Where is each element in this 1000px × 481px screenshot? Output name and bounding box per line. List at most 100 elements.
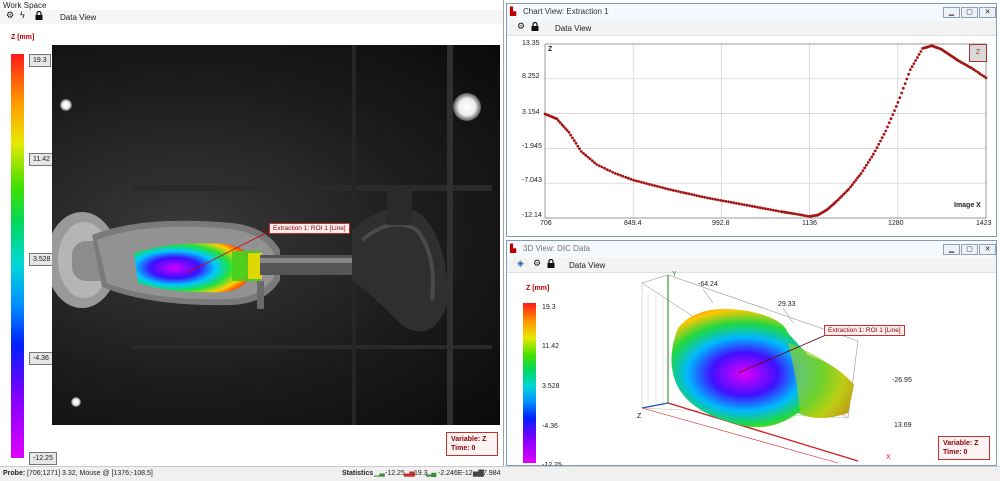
data-point: [608, 169, 612, 173]
chart-window-icon: ▙: [510, 7, 517, 16]
lock-icon[interactable]: [547, 258, 555, 270]
x-tick-1: 849.4: [624, 220, 642, 227]
view3d-window: ▙ 3D View: DIC Data ▁ ▢ ✕ ◈ ⚙ Data View …: [506, 240, 997, 469]
colorbar-tick-3: -4.36: [29, 352, 53, 365]
data-point: [719, 199, 722, 202]
close-button[interactable]: ✕: [979, 7, 996, 18]
gear-icon[interactable]: ⚙: [517, 21, 525, 32]
x-axis-label: Image X: [954, 202, 981, 209]
data-point: [856, 176, 859, 180]
data-view-menu[interactable]: Data View: [555, 24, 591, 33]
data-point: [894, 105, 898, 108]
view3d-window-icon: ▙: [510, 244, 517, 253]
data-point: [742, 203, 746, 207]
lightning-icon[interactable]: ϟ: [20, 10, 25, 20]
data-point: [640, 180, 643, 184]
data-point: [758, 206, 762, 210]
data-point: [624, 175, 628, 179]
data-point: [695, 194, 699, 198]
data-point: [879, 139, 882, 143]
camera-image[interactable]: Extraction 1: ROI 1 [Line]: [52, 45, 500, 425]
data-point: [613, 172, 617, 175]
data-point: [611, 170, 614, 174]
data-point: [745, 203, 749, 207]
data-point: [616, 172, 620, 176]
data-point: [595, 163, 599, 166]
data-point: [907, 72, 910, 76]
data-point: [708, 197, 712, 200]
view3d-variable-text: Variable: Z: [943, 440, 979, 447]
chart-view-title: Chart View: Extraction 1: [523, 7, 609, 16]
data-view-menu[interactable]: Data View: [60, 13, 96, 22]
data-point: [706, 196, 709, 200]
data-point: [588, 157, 592, 161]
z-variable-button[interactable]: Z: [969, 44, 987, 62]
y-tick-1: 8.252: [522, 73, 540, 80]
lock-icon[interactable]: [35, 10, 43, 22]
data-point: [912, 62, 916, 65]
stat-min: -12.25: [385, 470, 405, 477]
lock-icon[interactable]: [531, 21, 539, 33]
data-point: [658, 185, 662, 189]
probe-value: [706;1271] 3.32, Mouse @ [1376;-108.5]: [27, 470, 153, 477]
data-point: [663, 187, 667, 190]
chart-plot-area[interactable]: Z Image X 13.35 8.252 3.154 -1.945 -7.04…: [508, 36, 996, 236]
x-tick-0: 706: [540, 220, 552, 227]
data-point: [642, 181, 646, 185]
view3d-titlebar[interactable]: ▙ 3D View: DIC Data ▁ ▢ ✕: [507, 241, 996, 259]
data-point: [872, 152, 875, 156]
view3d-toolbar: ◈ ⚙ Data View: [507, 258, 996, 273]
colorbar-unit: Z [mm]: [11, 34, 35, 41]
data-point: [600, 165, 604, 169]
gear-icon[interactable]: ⚙: [533, 258, 541, 269]
data-point: [859, 172, 863, 175]
data-point: [849, 185, 852, 189]
data-point: [852, 180, 856, 184]
data-point: [727, 200, 730, 204]
roi-label[interactable]: Extraction 1: ROI 1 [Line]: [269, 223, 350, 234]
data-point: [769, 208, 772, 212]
data-point: [677, 190, 680, 193]
data-point: [880, 136, 884, 140]
data-point: [711, 197, 714, 201]
workspace-panel: Work Space ⚙ ϟ Data View Z [mm] 19.3 11.…: [0, 0, 504, 466]
view3d-scene: [641, 274, 859, 464]
data-point: [900, 91, 903, 95]
data-point: [898, 96, 902, 100]
data-point: [910, 65, 914, 68]
data-point: [875, 146, 879, 149]
y-tick-4: -7.043: [522, 177, 542, 184]
data-point: [753, 205, 757, 209]
gear-icon[interactable]: ⚙: [6, 10, 14, 21]
data-point: [905, 77, 909, 81]
data-point: [764, 207, 767, 211]
view3d-canvas[interactable]: Z [mm] 19.3 11.42 3.528 -4.36 -12.25: [508, 271, 996, 469]
close-button[interactable]: ✕: [979, 244, 996, 255]
data-point: [626, 176, 630, 180]
data-point: [666, 187, 670, 191]
data-point: [578, 147, 581, 151]
layers-icon[interactable]: ◈: [517, 258, 524, 269]
data-point: [984, 76, 988, 80]
data-point: [586, 155, 590, 159]
view3d-time-text: Time: 0: [943, 449, 968, 456]
data-point: [903, 82, 907, 85]
maximize-button[interactable]: ▢: [961, 244, 978, 255]
data-point: [870, 155, 874, 159]
maximize-button[interactable]: ▢: [961, 7, 978, 18]
data-view-menu[interactable]: Data View: [569, 261, 605, 270]
data-point: [887, 121, 891, 125]
data-point: [891, 113, 895, 117]
minimize-button[interactable]: ▁: [943, 7, 960, 18]
data-point: [919, 50, 923, 53]
data-point: [861, 169, 865, 173]
view3d-roi-label[interactable]: Extraction 1: ROI 1 [Line]: [824, 325, 905, 336]
axis-x-label: X: [886, 454, 891, 461]
minimize-button[interactable]: ▁: [943, 244, 960, 255]
data-point: [584, 153, 588, 157]
chart-view-titlebar[interactable]: ▙ Chart View: Extraction 1 ▁ ▢ ✕: [507, 4, 996, 22]
data-point: [724, 199, 728, 203]
data-point: [567, 131, 571, 134]
data-point: [889, 117, 893, 121]
y-tick-3: -1.945: [522, 143, 542, 150]
